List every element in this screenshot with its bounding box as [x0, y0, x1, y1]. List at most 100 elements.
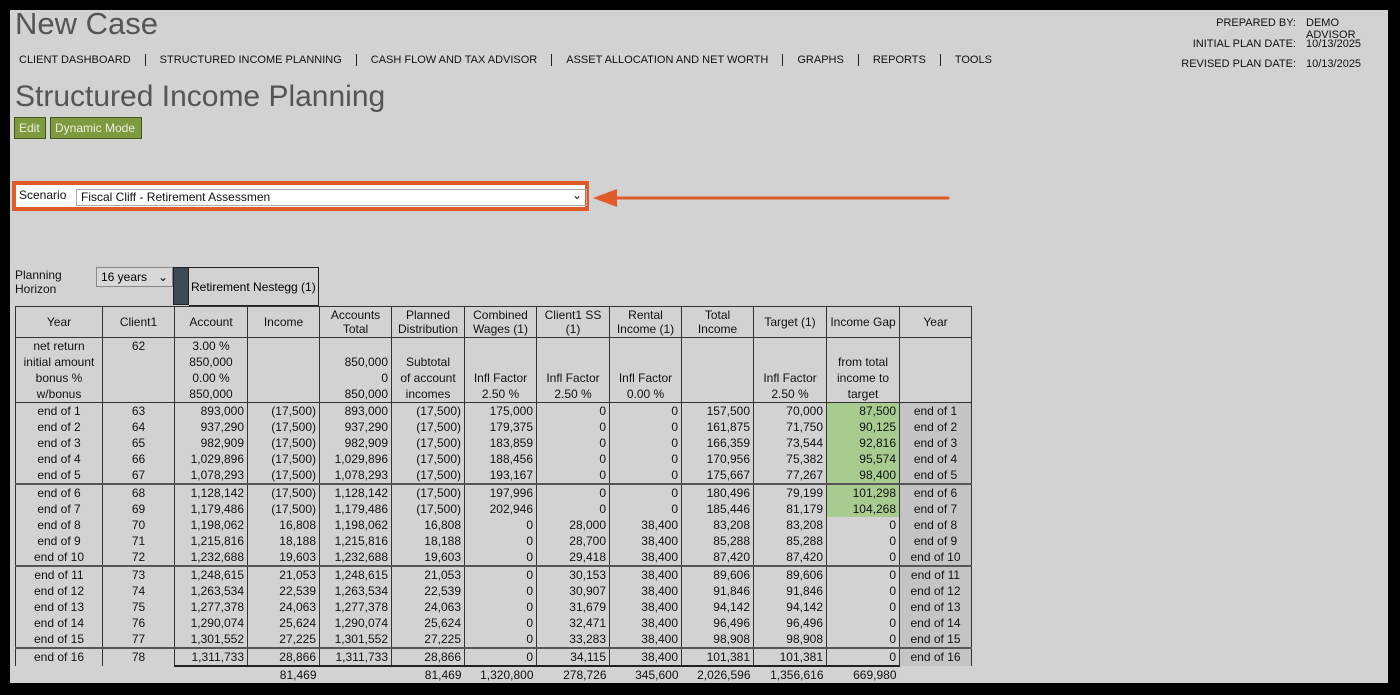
income-gap-cell: 0: [826, 517, 900, 533]
client1-age-cell: 65: [102, 435, 175, 451]
combined-wages-cell: 0: [464, 533, 537, 549]
year-cell: end of 8: [15, 517, 103, 533]
total-income-cell: 175,667: [681, 467, 754, 484]
infl-factor-label: Infl Factor: [753, 370, 827, 386]
table-row: end of 6 68 1,128,142 (17,500) 1,128,142 (17,…: [15, 483, 972, 501]
table-row: end of 11 73 1,248,615 21,053 1,248,615 21,05…: [15, 565, 972, 583]
arrow-left-icon: [593, 189, 950, 207]
client1-ss-cell: 31,679: [536, 599, 610, 615]
table-row: end of 5 67 1,078,293 (17,500) 1,078,293 (17,…: [15, 467, 972, 484]
year-cell: end of 6: [899, 483, 972, 501]
combined-wages-cell: 0: [464, 517, 537, 533]
target-cell: 73,544: [753, 435, 827, 451]
accounts-total-bonus: 0: [319, 370, 392, 386]
retirement-nestegg-tab[interactable]: Retirement Nestegg (1): [189, 267, 319, 306]
accounts-total-cell: 1,301,552: [319, 631, 392, 648]
client1-ss-cell: 29,418: [536, 549, 610, 566]
col-header: Client1: [102, 306, 175, 338]
combined-wages-cell: 202,946: [464, 501, 537, 517]
client1-ss-cell: 0: [536, 483, 610, 501]
row-label: net return: [15, 337, 103, 354]
planned-distribution-cell: 22,539: [391, 583, 465, 599]
year-cell: end of 15: [15, 631, 103, 648]
table-row: end of 3 65 982,909 (17,500) 982,909 (17,500)…: [15, 435, 972, 451]
target-cell: 91,846: [753, 583, 827, 599]
client1-age-cell: 72: [102, 549, 175, 566]
total-income-cell: 91,846: [681, 583, 754, 599]
ss-infl-input[interactable]: 2.50 %: [536, 386, 610, 403]
totals-row: 81,469 81,469 1,320,800 278,726 345,600 2,026…: [16, 665, 972, 683]
rental-income-cell: 38,400: [609, 517, 682, 533]
rental-income-cell: 38,400: [609, 599, 682, 615]
col-header: Total Income: [681, 306, 754, 338]
initial-amount: 850,000: [174, 354, 248, 370]
planned-distribution-cell: 25,624: [391, 615, 465, 631]
total-cell: 669,980: [826, 665, 900, 683]
planned-note: incomes: [391, 386, 465, 403]
col-header: Client1 SS (1): [536, 306, 610, 338]
client1-age-cell: 69: [102, 501, 175, 517]
year-cell: end of 9: [899, 533, 972, 549]
target-infl-input[interactable]: 2.50 %: [753, 386, 827, 403]
income-gap-cell: 90,125: [826, 419, 900, 435]
rental-infl-input[interactable]: 0.00 %: [609, 386, 682, 403]
planned-distribution-cell: 16,808: [391, 517, 465, 533]
combined-wages-cell: 188,456: [464, 451, 537, 467]
chevron-down-icon: ⌄: [157, 270, 168, 284]
rental-income-cell: 38,400: [609, 533, 682, 549]
gap-note: from total: [826, 354, 900, 370]
income-planning-table: Year Client1 Account Income Accounts Tot…: [15, 306, 972, 683]
year-cell: end of 12: [899, 583, 972, 599]
accounts-total-cell: 1,128,142: [319, 483, 392, 501]
income-gap-cell: 0: [826, 615, 900, 631]
income-cell: (17,500): [247, 419, 320, 435]
year-cell: end of 9: [15, 533, 103, 549]
income-gap-cell: 0: [826, 631, 900, 648]
amount-with-bonus: 850,000: [174, 386, 248, 403]
nestegg-tab-marker[interactable]: [173, 267, 189, 305]
client1-ss-cell: 34,115: [536, 647, 610, 666]
settings-row: initial amount 850,000 850,000 Subtotal …: [15, 354, 972, 370]
total-cell: [16, 666, 103, 683]
client1-age-cell: 64: [102, 419, 175, 435]
combined-wages-cell: 0: [464, 615, 537, 631]
accounts-total-with-bonus: 850,000: [319, 386, 392, 403]
combined-wages-cell: 0: [464, 599, 537, 615]
client1-ss-cell: 0: [536, 419, 610, 435]
planned-distribution-cell: (17,500): [391, 419, 465, 435]
target-cell: 70,000: [753, 402, 827, 419]
rental-income-cell: 0: [609, 467, 682, 484]
planned-distribution-cell: (17,500): [391, 483, 465, 501]
income-gap-cell: 87,500: [826, 402, 900, 419]
account-balance-cell: 1,263,534: [174, 583, 248, 599]
total-income-cell: 94,142: [681, 599, 754, 615]
income-gap-cell: 0: [826, 549, 900, 566]
net-return-input[interactable]: 3.00 %: [174, 337, 248, 354]
income-cell: (17,500): [247, 467, 320, 484]
col-header: Accounts Total: [319, 306, 392, 338]
total-income-cell: 157,500: [681, 402, 754, 419]
edit-button[interactable]: Edit: [14, 117, 46, 139]
col-header: Combined Wages (1): [464, 306, 537, 338]
table-row: end of 2 64 937,290 (17,500) 937,290 (17,500)…: [15, 419, 972, 435]
planned-distribution-cell: (17,500): [391, 467, 465, 484]
bonus-percent: 0.00 %: [174, 370, 248, 386]
wages-infl-input[interactable]: 2.50 %: [464, 386, 537, 403]
year-cell: end of 1: [899, 402, 972, 419]
table-row: end of 4 66 1,029,896 (17,500) 1,029,896 (17,…: [15, 451, 972, 467]
scenario-value: Fiscal Cliff - Retirement Assessmen: [81, 190, 271, 204]
planned-distribution-cell: (17,500): [391, 501, 465, 517]
scenario-select[interactable]: Fiscal Cliff - Retirement Assessmen ⌄: [76, 188, 587, 206]
year-cell: end of 2: [899, 419, 972, 435]
infl-factor-label: Infl Factor: [536, 370, 610, 386]
accounts-total-cell: 1,277,378: [319, 599, 392, 615]
dynamic-mode-button[interactable]: Dynamic Mode: [50, 117, 142, 139]
account-balance-cell: 1,232,688: [174, 549, 248, 566]
total-cell: 81,469: [391, 665, 465, 683]
account-balance-cell: 893,000: [174, 402, 248, 419]
planning-horizon-select[interactable]: 16 years ⌄: [96, 267, 173, 287]
gap-note: target: [826, 386, 900, 403]
accounts-total-cell: 1,248,615: [319, 565, 392, 583]
col-header: Rental Income (1): [609, 306, 682, 338]
table-row: end of 10 72 1,232,688 19,603 1,232,688 19,60…: [15, 549, 972, 566]
